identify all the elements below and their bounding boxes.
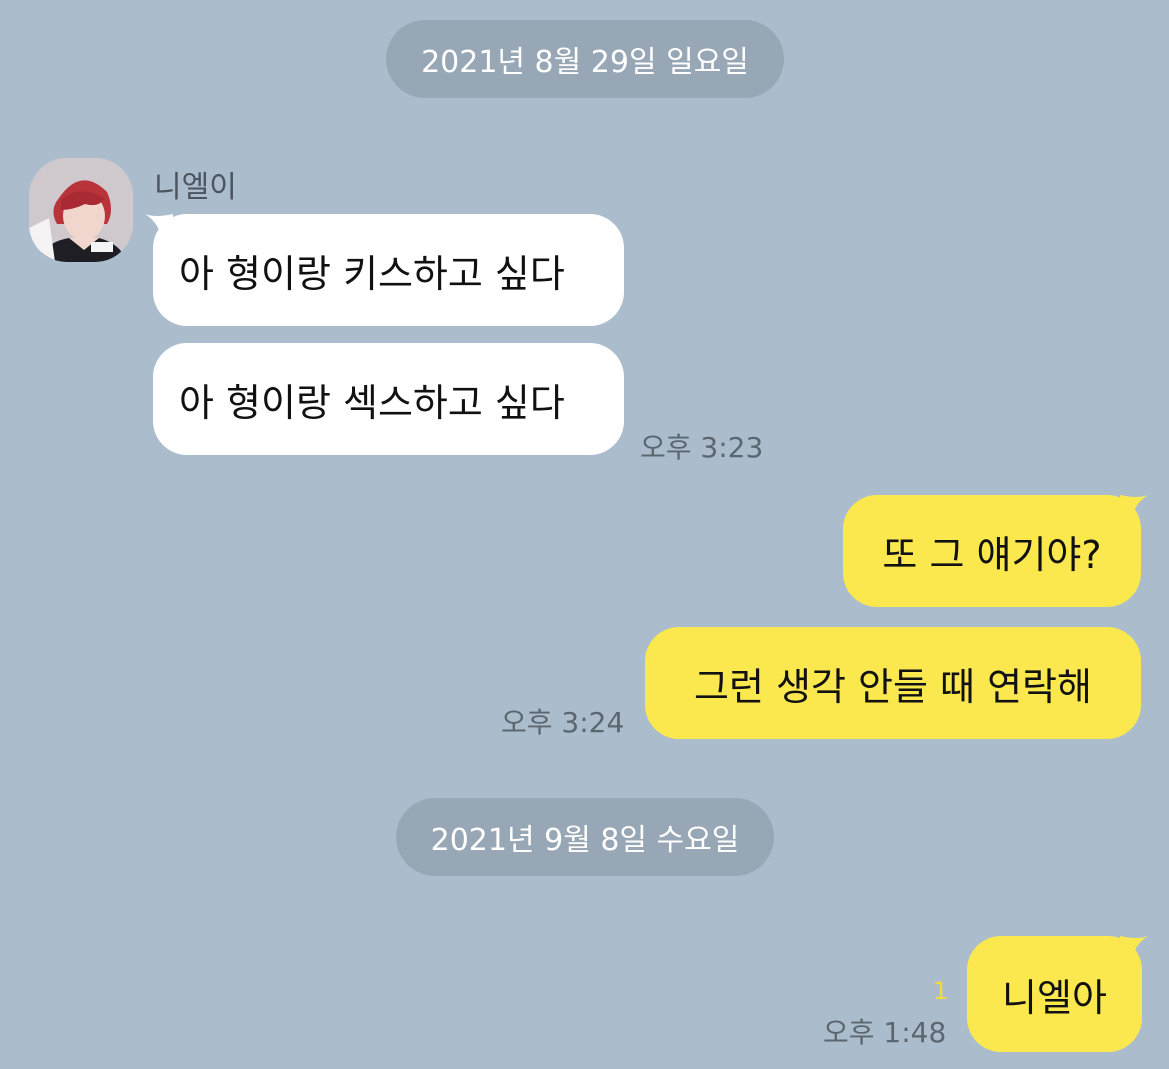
profile-photo-icon	[29, 158, 133, 262]
message-text: 니엘아	[1002, 975, 1107, 1020]
contact-avatar[interactable]	[29, 158, 133, 262]
message-time: 오후 3:24	[501, 706, 625, 739]
incoming-message[interactable]: 아 형이랑 섹스하고 싶다	[153, 343, 624, 455]
date-separator-label: 2021년 9월 8일 수요일	[430, 823, 740, 858]
outgoing-message[interactable]: 또 그 얘기야?	[843, 495, 1141, 607]
date-separator: 2021년 8월 29일 일요일	[386, 20, 784, 98]
message-text: 그런 생각 안들 때 연락해	[694, 664, 1092, 709]
message-text: 아 형이랑 섹스하고 싶다	[179, 380, 565, 425]
message-text: 또 그 얘기야?	[882, 532, 1102, 577]
message-time: 오후 1:48	[823, 1016, 947, 1049]
date-separator: 2021년 9월 8일 수요일	[396, 798, 774, 876]
message-time: 오후 3:23	[640, 431, 764, 464]
outgoing-message[interactable]: 니엘아	[967, 936, 1142, 1052]
date-separator-label: 2021년 8월 29일 일요일	[421, 45, 749, 80]
incoming-message[interactable]: 아 형이랑 키스하고 싶다	[153, 214, 624, 326]
message-text: 아 형이랑 키스하고 싶다	[179, 251, 565, 296]
outgoing-message[interactable]: 그런 생각 안들 때 연락해	[645, 627, 1141, 739]
contact-name[interactable]: 니엘이	[154, 162, 237, 206]
unread-count: 1	[933, 977, 949, 1005]
